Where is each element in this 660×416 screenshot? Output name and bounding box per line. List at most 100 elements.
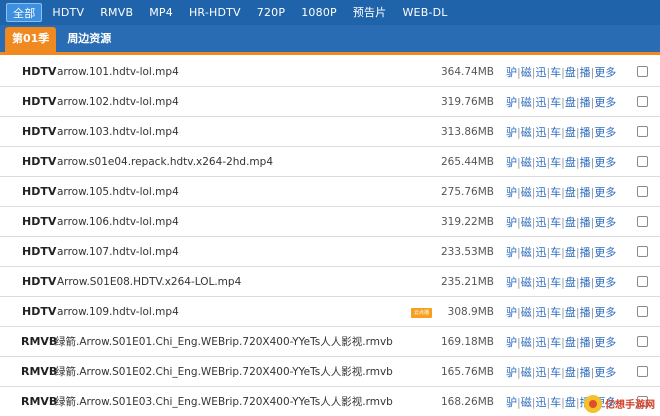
download-link[interactable]: 车 [550,366,561,379]
file-name[interactable]: arrow.105.hdtv-lol.mp4 [57,186,179,198]
download-link[interactable]: 驴 [506,336,517,349]
download-link[interactable]: 迅 [535,186,546,199]
file-name[interactable]: arrow.101.hdtv-lol.mp4 [57,66,179,78]
cloud-play-badge[interactable]: 云点播 [411,308,432,318]
download-link[interactable]: 迅 [535,96,546,109]
download-link[interactable]: 磁 [521,66,532,79]
download-link[interactable]: 迅 [535,216,546,229]
download-link[interactable]: 盘 [565,96,576,109]
download-link[interactable]: 车 [550,306,561,319]
file-name[interactable]: arrow.103.hdtv-lol.mp4 [57,126,179,138]
download-link[interactable]: 磁 [521,126,532,139]
format-tab[interactable]: HR-HDTV [183,3,247,22]
download-link[interactable]: 迅 [535,156,546,169]
download-link[interactable]: 盘 [565,306,576,319]
download-link[interactable]: 盘 [565,156,576,169]
select-checkbox[interactable] [637,306,648,317]
download-link[interactable]: 播 [580,156,591,169]
select-checkbox[interactable] [637,186,648,197]
select-checkbox[interactable] [637,336,648,347]
download-link[interactable]: 播 [580,246,591,259]
format-tab[interactable]: 1080P [295,3,343,22]
file-name[interactable]: 绿箭.Arrow.S01E02.Chi_Eng.WEBrip.720X400-Y… [55,364,393,379]
download-link[interactable]: 车 [550,336,561,349]
download-link[interactable]: 车 [550,66,561,79]
select-checkbox[interactable] [637,66,648,77]
select-checkbox[interactable] [637,366,648,377]
download-link[interactable]: 盘 [565,186,576,199]
download-link[interactable]: 车 [550,216,561,229]
download-link[interactable]: 迅 [535,336,546,349]
download-link[interactable]: 迅 [535,306,546,319]
download-link[interactable]: 盘 [565,66,576,79]
download-link[interactable]: 迅 [535,366,546,379]
download-link[interactable]: 更多 [594,216,616,229]
download-link[interactable]: 磁 [521,96,532,109]
download-link[interactable]: 更多 [594,366,616,379]
download-link[interactable]: 磁 [521,246,532,259]
download-link[interactable]: 更多 [594,126,616,139]
download-link[interactable]: 车 [550,126,561,139]
format-tab[interactable]: HDTV [46,3,90,22]
download-link[interactable]: 车 [550,396,561,409]
download-link[interactable]: 更多 [594,276,616,289]
download-link[interactable]: 播 [580,336,591,349]
download-link[interactable]: 播 [580,96,591,109]
download-link[interactable]: 更多 [594,156,616,169]
download-link[interactable]: 盘 [565,246,576,259]
download-link[interactable]: 驴 [506,186,517,199]
download-link[interactable]: 更多 [594,306,616,319]
download-link[interactable]: 更多 [594,336,616,349]
format-tab[interactable]: 预告片 [347,3,393,22]
download-link[interactable]: 磁 [521,306,532,319]
download-link[interactable]: 驴 [506,156,517,169]
file-name[interactable]: arrow.s01e04.repack.hdtv.x264-2hd.mp4 [57,156,273,168]
file-name[interactable]: 绿箭.Arrow.S01E03.Chi_Eng.WEBrip.720X400-Y… [55,394,393,409]
download-link[interactable]: 驴 [506,126,517,139]
format-tab[interactable]: RMVB [94,3,139,22]
file-name[interactable]: arrow.109.hdtv-lol.mp4 [57,306,179,318]
file-name[interactable]: arrow.107.hdtv-lol.mp4 [57,246,179,258]
download-link[interactable]: 迅 [535,246,546,259]
download-link[interactable]: 播 [580,276,591,289]
download-link[interactable]: 车 [550,186,561,199]
download-link[interactable]: 播 [580,216,591,229]
download-link[interactable]: 驴 [506,396,517,409]
download-link[interactable]: 更多 [594,186,616,199]
download-link[interactable]: 车 [550,276,561,289]
select-checkbox[interactable] [637,246,648,257]
download-link[interactable]: 播 [580,366,591,379]
download-link[interactable]: 盘 [565,126,576,139]
download-link[interactable]: 更多 [594,246,616,259]
file-name[interactable]: Arrow.S01E08.HDTV.x264-LOL.mp4 [57,276,241,288]
file-name[interactable]: arrow.102.hdtv-lol.mp4 [57,96,179,108]
format-tab[interactable]: 全部 [6,3,43,22]
download-link[interactable]: 盘 [565,336,576,349]
download-link[interactable]: 更多 [594,66,616,79]
download-link[interactable]: 播 [580,126,591,139]
format-tab[interactable]: 720P [251,3,291,22]
download-link[interactable]: 磁 [521,396,532,409]
download-link[interactable]: 更多 [594,96,616,109]
download-link[interactable]: 驴 [506,216,517,229]
download-link[interactable]: 盘 [565,276,576,289]
season-tab[interactable]: 周边资源 [60,27,118,52]
download-link[interactable]: 磁 [521,186,532,199]
format-tab[interactable]: WEB-DL [396,3,453,22]
download-link[interactable]: 迅 [535,276,546,289]
download-link[interactable]: 磁 [521,366,532,379]
select-checkbox[interactable] [637,276,648,287]
download-link[interactable]: 驴 [506,306,517,319]
download-link[interactable]: 驴 [506,276,517,289]
download-link[interactable]: 驴 [506,66,517,79]
format-tab[interactable]: MP4 [143,3,179,22]
download-link[interactable]: 盘 [565,396,576,409]
download-link[interactable]: 迅 [535,66,546,79]
download-link[interactable]: 磁 [521,216,532,229]
download-link[interactable]: 盘 [565,216,576,229]
download-link[interactable]: 车 [550,156,561,169]
download-link[interactable]: 驴 [506,246,517,259]
download-link[interactable]: 播 [580,186,591,199]
download-link[interactable]: 车 [550,246,561,259]
select-checkbox[interactable] [637,96,648,107]
